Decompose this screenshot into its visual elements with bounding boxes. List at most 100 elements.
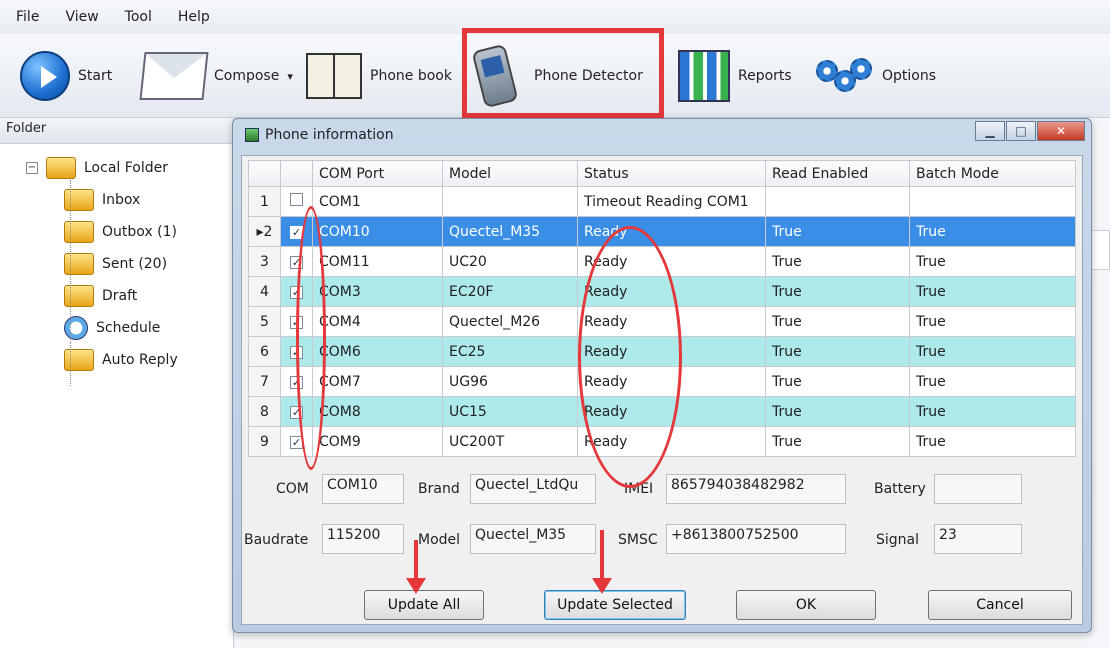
schedule-icon [64, 316, 88, 340]
cell-status: Timeout Reading COM1 [577, 186, 766, 217]
minimize-icon[interactable]: ▁ [975, 121, 1005, 141]
tree-item-label: Inbox [102, 192, 141, 208]
cell-batch-mode: True [909, 246, 1076, 277]
cell-com-port: COM9 [312, 426, 443, 457]
cell-read-enabled: True [765, 246, 910, 277]
header-status[interactable]: Status [577, 160, 766, 187]
tree-item-outbox[interactable]: Outbox (1) [26, 216, 233, 248]
checkbox-column-highlight [296, 206, 326, 470]
baudrate-field: 115200 [322, 524, 404, 554]
cell-model: UG96 [442, 366, 578, 397]
row-number: 3 [248, 246, 281, 277]
table-row[interactable]: ▸2 ✓ COM10 Quectel_M35 Ready True True [248, 216, 1076, 247]
close-icon[interactable]: ✕ [1037, 121, 1085, 141]
compose-label: Compose [214, 68, 280, 84]
header-model[interactable]: Model [442, 160, 578, 187]
gears-icon [814, 56, 874, 96]
cell-batch-mode: True [909, 396, 1076, 427]
cell-model: EC20F [442, 276, 578, 307]
inbox-icon [64, 189, 94, 211]
cell-com-port: COM8 [312, 396, 443, 427]
reports-button[interactable]: Reports [678, 42, 792, 110]
brand-label: Brand [418, 481, 460, 497]
cell-read-enabled: True [765, 276, 910, 307]
tree-item-schedule[interactable]: Schedule [26, 312, 233, 344]
menu-tool[interactable]: Tool [125, 9, 152, 25]
baudrate-label: Baudrate [244, 532, 309, 548]
cell-model: UC200T [442, 426, 578, 457]
header-rownum [248, 160, 281, 187]
cell-read-enabled [765, 186, 910, 217]
cell-batch-mode: True [909, 336, 1076, 367]
window-controls: ▁ □ ✕ [975, 121, 1085, 141]
tree-item-local-folder[interactable]: − Local Folder [26, 152, 233, 184]
cell-com-port: COM10 [312, 216, 443, 247]
table-row[interactable]: 1 COM1 Timeout Reading COM1 [248, 186, 1076, 217]
cell-batch-mode: True [909, 216, 1076, 247]
cell-com-port: COM4 [312, 306, 443, 337]
tree-connector [70, 180, 71, 386]
dialog-title-bar: Phone information [245, 127, 394, 143]
row-number: ▸2 [248, 216, 281, 247]
tree-item-label: Draft [102, 288, 138, 304]
phone-detector-highlight [462, 28, 664, 118]
brand-field: Quectel_LtdQu [470, 474, 596, 504]
row-number: 7 [248, 366, 281, 397]
header-batch-mode[interactable]: Batch Mode [909, 160, 1076, 187]
update-all-button[interactable]: Update All [364, 590, 484, 620]
cell-batch-mode [909, 186, 1076, 217]
cell-com-port: COM3 [312, 276, 443, 307]
header-com-port[interactable]: COM Port [312, 160, 443, 187]
reports-label: Reports [738, 68, 792, 84]
checkbox-unchecked[interactable] [290, 193, 303, 206]
com-label: COM [276, 481, 309, 497]
cell-batch-mode: True [909, 426, 1076, 457]
tree-item-label: Sent (20) [102, 256, 168, 272]
row-number: 6 [248, 336, 281, 367]
maximize-icon[interactable]: □ [1006, 121, 1036, 141]
model-label: Model [418, 532, 461, 548]
start-button[interactable]: Start [20, 42, 112, 110]
menu-view[interactable]: View [65, 9, 98, 25]
folder-tree: − Local Folder Inbox Outbox (1) Sent (20… [0, 144, 233, 386]
status-column-highlight [578, 226, 682, 488]
compose-button[interactable]: Compose ▾ [139, 42, 293, 110]
book-icon [306, 53, 362, 99]
tree-item-sent[interactable]: Sent (20) [26, 248, 233, 280]
tree-item-auto-reply[interactable]: Auto Reply [26, 344, 233, 376]
battery-label: Battery [874, 481, 926, 497]
start-label: Start [78, 68, 113, 84]
signal-field: 23 [934, 524, 1022, 554]
update-selected-button[interactable]: Update Selected [544, 590, 686, 620]
tree-item-inbox[interactable]: Inbox [26, 184, 233, 216]
cell-model: UC20 [442, 246, 578, 277]
options-button[interactable]: Options [814, 42, 936, 110]
caret-down-icon[interactable]: ▾ [287, 70, 293, 83]
app-icon [245, 128, 259, 142]
menu-file[interactable]: File [16, 9, 39, 25]
cell-com-port: COM6 [312, 336, 443, 367]
cell-batch-mode: True [909, 366, 1076, 397]
cell-com-port: COM11 [312, 246, 443, 277]
smsc-field: +8613800752500 [666, 524, 846, 554]
collapse-icon[interactable]: − [26, 162, 38, 174]
tree-item-label: Outbox (1) [102, 224, 177, 240]
menu-help[interactable]: Help [178, 9, 210, 25]
row-number: 1 [248, 186, 281, 217]
tree-item-label: Local Folder [84, 160, 168, 176]
row-number: 8 [248, 396, 281, 427]
bar-chart-icon [678, 50, 730, 102]
tree-item-label: Schedule [96, 320, 161, 336]
grid-header-row: COM Port Model Status Read Enabled Batch… [248, 160, 1076, 187]
cell-read-enabled: True [765, 216, 910, 247]
header-read-enabled[interactable]: Read Enabled [765, 160, 910, 187]
outbox-icon [64, 221, 94, 243]
ok-button[interactable]: OK [736, 590, 876, 620]
cell-read-enabled: True [765, 336, 910, 367]
cell-read-enabled: True [765, 306, 910, 337]
cancel-button[interactable]: Cancel [928, 590, 1072, 620]
cell-model: UC15 [442, 396, 578, 427]
battery-field [934, 474, 1022, 504]
tree-item-draft[interactable]: Draft [26, 280, 233, 312]
phone-book-button[interactable]: Phone book [306, 42, 452, 110]
